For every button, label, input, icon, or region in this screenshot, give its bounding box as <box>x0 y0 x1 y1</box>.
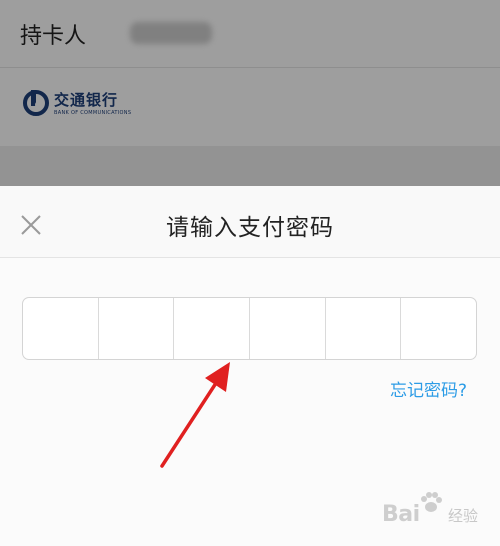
watermark-brand: Bai <box>382 502 420 527</box>
sheet-header: 请输入支付密码 <box>0 186 500 258</box>
modal-overlay[interactable] <box>0 0 500 190</box>
sheet-title: 请输入支付密码 <box>166 215 334 241</box>
password-digit-cell[interactable] <box>326 298 402 359</box>
forgot-password-link[interactable]: 忘记密码? <box>390 376 467 401</box>
password-digit-cell[interactable] <box>23 298 99 359</box>
password-input[interactable] <box>22 297 477 360</box>
baidu-watermark: Bai 经验 <box>368 490 498 540</box>
watermark-suffix: 经验 <box>448 507 479 525</box>
password-digit-cell[interactable] <box>99 298 175 359</box>
paw-icon <box>421 492 442 512</box>
password-digit-cell[interactable] <box>250 298 326 359</box>
password-digit-cell[interactable] <box>174 298 251 359</box>
password-digit-cell[interactable] <box>401 298 476 359</box>
